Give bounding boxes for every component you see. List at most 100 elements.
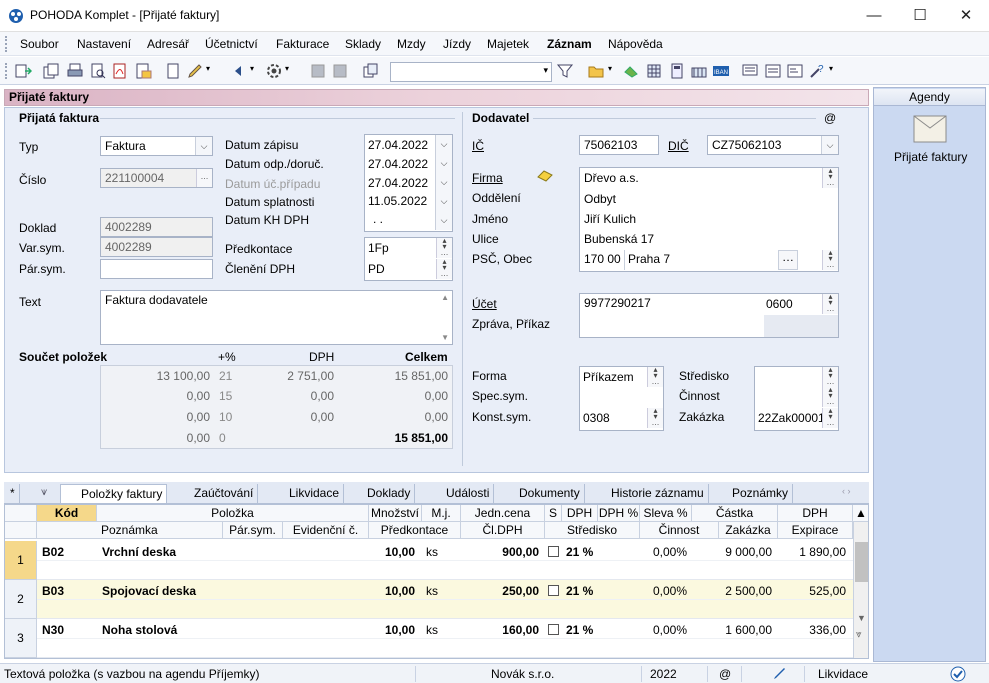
list-icon[interactable] [764,62,782,80]
calculator-icon[interactable] [668,62,686,80]
item-vat-rate[interactable]: 21 % [566,584,593,598]
calculator-grid-icon[interactable] [645,62,663,80]
stredisko-picker-icon[interactable]: ▴ ▾… [822,367,838,387]
item-discount[interactable]: 0,00% [640,545,687,559]
datum-kh-dropdown-icon[interactable]: ⌵ [435,211,452,230]
grid-scroll-up-icon[interactable]: ▲ [853,505,868,522]
grid-header-cell[interactable]: Středisko [545,522,640,539]
zprava-area[interactable] [764,315,838,337]
new-record-icon[interactable] [164,62,182,80]
datum-uc-dropdown-icon[interactable]: ⌵ [435,173,452,192]
tab-polozky-faktury[interactable]: Položky faktury [60,484,168,503]
item-vat-rate[interactable]: 21 % [566,545,593,559]
grid-header-cell[interactable]: DPH [778,505,853,522]
folder-dropdown-icon[interactable]: ▾ [608,64,612,73]
grid-header-cell[interactable]: Položka [97,505,369,522]
tab-dokumenty[interactable]: Dokumenty [499,484,585,503]
item-unit[interactable]: ks [426,623,438,637]
typ-dropdown-icon[interactable]: ⌵ [195,137,212,155]
help-icon[interactable]: ? [808,62,826,80]
grid-header-cell[interactable]: Pár.sym. [223,522,283,539]
row-number[interactable]: 2 [5,580,37,619]
datum-odp-value[interactable]: 27.04.2022 [368,157,428,171]
varsym-field[interactable]: 4002289 [100,237,213,257]
menu-majetek[interactable]: Majetek [487,37,529,51]
item-discount[interactable]: 0,00% [640,584,687,598]
edit-icon[interactable] [186,62,204,80]
item-unit-price[interactable]: 900,00 [461,545,539,559]
status-email-icon[interactable]: @ [719,667,731,681]
konst-picker-icon[interactable]: ▴ ▾… [647,407,663,428]
item-unit[interactable]: ks [426,545,438,559]
item-discount[interactable]: 0,00% [640,623,687,637]
item-name[interactable]: Vrchní deska [102,545,176,559]
minimize-button[interactable]: — [851,0,897,32]
ucet-value[interactable]: 9977290217 [584,296,651,310]
cislo-field[interactable]: 221100004… [100,168,213,188]
menu-ucetnictvi[interactable]: Účetnictví [205,37,258,51]
ucet-picker-icon[interactable]: ▴ ▾… [822,294,838,314]
row-number[interactable]: 1 [5,541,37,580]
item-name[interactable]: Spojovací deska [102,584,196,598]
cancel-disabled-icon[interactable] [331,62,349,80]
back-arrow-icon[interactable] [230,62,248,80]
close-button[interactable]: ✕ [943,0,989,32]
grid-header-cell[interactable]: Kód [37,505,97,522]
tabs-scroll-icon[interactable]: ‹ › [842,486,851,496]
forma-value[interactable]: Příkazem [583,370,634,384]
item-name[interactable]: Noha stolová [102,623,177,637]
quick-search-combobox[interactable]: ▾ [390,62,552,82]
obec-picker-icon[interactable]: … [778,250,798,270]
grid-header-cell[interactable]: Evidenční č. [283,522,369,539]
grid-scroll-last-icon[interactable]: ⩔ [856,629,862,640]
status-check-icon[interactable] [950,666,966,682]
item-amount[interactable]: 9 000,00 [692,545,772,559]
liquidation-icon[interactable] [622,62,640,80]
item-s-checkbox[interactable] [548,546,559,557]
zakazka-value[interactable]: 22Zak00001 [758,411,825,425]
text-scroll-up-icon[interactable]: ▲ [441,293,449,302]
datum-zapisu-value[interactable]: 27.04.2022 [368,138,428,152]
typ-select[interactable]: Faktura ⌵ [100,136,213,156]
cinnost-picker-icon[interactable]: ▴ ▾… [822,386,838,407]
invoice-envelope-icon[interactable] [911,112,949,146]
konst-value[interactable]: 0308 [583,411,610,425]
menu-sklady[interactable]: Sklady [345,37,381,51]
ic-field[interactable]: 75062103 [579,135,659,155]
grid-header-cell[interactable]: DPH [562,505,598,522]
back-dropdown-icon[interactable]: ▾ [250,64,254,73]
psc-picker-icon[interactable]: ▴ ▾… [822,249,838,270]
dic-label[interactable]: DIČ [668,139,689,153]
email-at-icon[interactable]: @ [824,111,836,125]
grid-header-cell[interactable]: Zakázka [719,522,778,539]
tab-udalosti[interactable]: Události [426,484,495,503]
item-vat-amount[interactable]: 1 890,00 [778,545,846,559]
grid-header-cell[interactable]: Sleva % [640,505,692,522]
predkontace-value[interactable]: 1Fp [368,241,389,255]
zakazka-picker-icon[interactable]: ▴ ▾… [822,407,838,428]
menu-napoveda[interactable]: Nápověda [608,37,663,51]
datum-kh-value[interactable]: . . [373,212,383,226]
tab-doklady[interactable]: Doklady [347,484,416,503]
grid-scroll-down-icon[interactable]: ▼ [857,613,866,623]
settings-dropdown-icon[interactable]: ▾ [285,64,289,73]
item-code[interactable]: B02 [42,545,64,559]
menu-mzdy[interactable]: Mzdy [397,37,426,51]
bank-icon[interactable] [690,62,708,80]
menu-nastaveni[interactable]: Nastavení [77,37,131,51]
grid-header-cell[interactable]: Čl.DPH [461,522,545,539]
text-area[interactable]: Faktura dodavatele ▲ ▼ [100,290,453,345]
dic-dropdown-icon[interactable]: ⌵ [821,136,838,154]
tab-likvidace[interactable]: Likvidace [269,484,345,503]
firma-label[interactable]: Firma [472,171,503,185]
help-dropdown-icon[interactable]: ▾ [829,64,833,73]
row-number[interactable]: 3 [5,619,37,658]
grid-header-cell[interactable]: Expirace [778,522,853,539]
datum-splat-value[interactable]: 11.05.2022 [368,194,427,208]
ic-label[interactable]: IČ [472,139,484,153]
banka-value[interactable]: 0600 [766,297,793,311]
item-quantity[interactable]: 10,00 [369,623,415,637]
item-s-checkbox[interactable] [548,585,559,596]
doklad-field[interactable]: 4002289 [100,217,213,237]
grid-header-cell[interactable]: DPH % [598,505,640,522]
